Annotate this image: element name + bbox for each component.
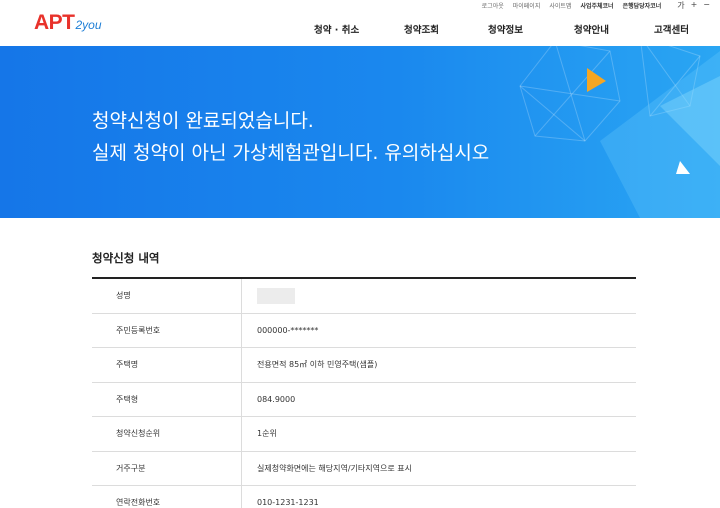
- masked-name: [257, 287, 295, 304]
- row-value-phone: 010-1231-1231: [257, 498, 319, 508]
- row-label-house-name: 주택명: [92, 348, 242, 382]
- application-details-table: 성명 주민등록번호 000000-******* 주택명 전용면적 85㎡ 이하…: [92, 277, 636, 508]
- bank-corner-link[interactable]: 은행담당자코너: [623, 1, 662, 10]
- row-value-house-type: 084.9000: [257, 394, 296, 404]
- nav-apply-info[interactable]: 청약정보: [488, 22, 523, 36]
- table-row: 청약신청순위 1순위: [92, 417, 636, 452]
- nav-customer-center[interactable]: 고객센터: [654, 22, 689, 36]
- row-label-residence: 거주구분: [92, 451, 242, 485]
- row-label-name: 성명: [92, 279, 242, 313]
- table-row: 주택명 전용면적 85㎡ 이하 민영주택(샘플): [92, 348, 636, 383]
- row-value-name: [242, 279, 636, 313]
- row-label-house-type: 주택형: [92, 382, 242, 416]
- row-label-resident-number: 주민등록번호: [92, 313, 242, 347]
- mypage-link[interactable]: 마이페이지: [513, 1, 541, 10]
- site-header: APT 2you 로그아웃 마이페이지 사이트맵 사업주체코너 은행담당자코너 …: [0, 0, 720, 46]
- utility-links: 로그아웃 마이페이지 사이트맵 사업주체코너 은행담당자코너 가 + −: [473, 0, 710, 10]
- font-decrease-button[interactable]: −: [703, 0, 710, 11]
- banner-line-1: 청약신청이 완료되었습니다.: [92, 110, 314, 132]
- table-row: 거주구분 실제청약화면에는 해당지역/기타지역으로 표시: [92, 451, 636, 486]
- business-corner-link[interactable]: 사업주체코너: [580, 1, 613, 10]
- font-size-controls: 가 + −: [671, 0, 710, 11]
- row-value-residence: 실제청약화면에는 해당지역/기타지역으로 표시: [257, 463, 412, 473]
- table-row: 주택형 084.9000: [92, 382, 636, 417]
- banner-line-2: 실제 청약이 아닌 가상체험관입니다. 유의하십시오: [92, 142, 490, 164]
- completion-banner: 청약신청이 완료되었습니다. 실제 청약이 아닌 가상체험관입니다. 유의하십시…: [0, 46, 720, 218]
- font-size-label: 가: [677, 0, 685, 10]
- row-value-resident-number: 000000-*******: [257, 325, 319, 335]
- nav-apply-guide[interactable]: 청약안내: [574, 22, 609, 36]
- section-title: 청약신청 내역: [92, 251, 160, 265]
- banner-message: 청약신청이 완료되었습니다. 실제 청약이 아닌 가상체험관입니다. 유의하십시…: [92, 105, 489, 169]
- logo-text-sub: 2you: [75, 18, 102, 32]
- row-label-rank: 청약신청순위: [92, 417, 242, 451]
- nav-apply-inquiry[interactable]: 청약조회: [404, 22, 439, 36]
- table-row: 성명: [92, 279, 636, 314]
- table-row: 주민등록번호 000000-*******: [92, 313, 636, 348]
- row-value-rank: 1순위: [257, 429, 277, 439]
- logout-link[interactable]: 로그아웃: [482, 1, 504, 10]
- row-label-phone: 연락전화번호: [92, 486, 242, 508]
- table-row: 연락전화번호 010-1231-1231: [92, 486, 636, 508]
- font-increase-button[interactable]: +: [691, 0, 698, 11]
- row-value-house-name: 전용면적 85㎡ 이하 민영주택(샘플): [257, 360, 378, 370]
- sitemap-link[interactable]: 사이트맵: [549, 1, 571, 10]
- nav-apply-cancel[interactable]: 청약 · 취소: [314, 22, 359, 36]
- apt2you-logo[interactable]: APT 2you: [34, 11, 102, 35]
- logo-text-main: APT: [34, 11, 75, 34]
